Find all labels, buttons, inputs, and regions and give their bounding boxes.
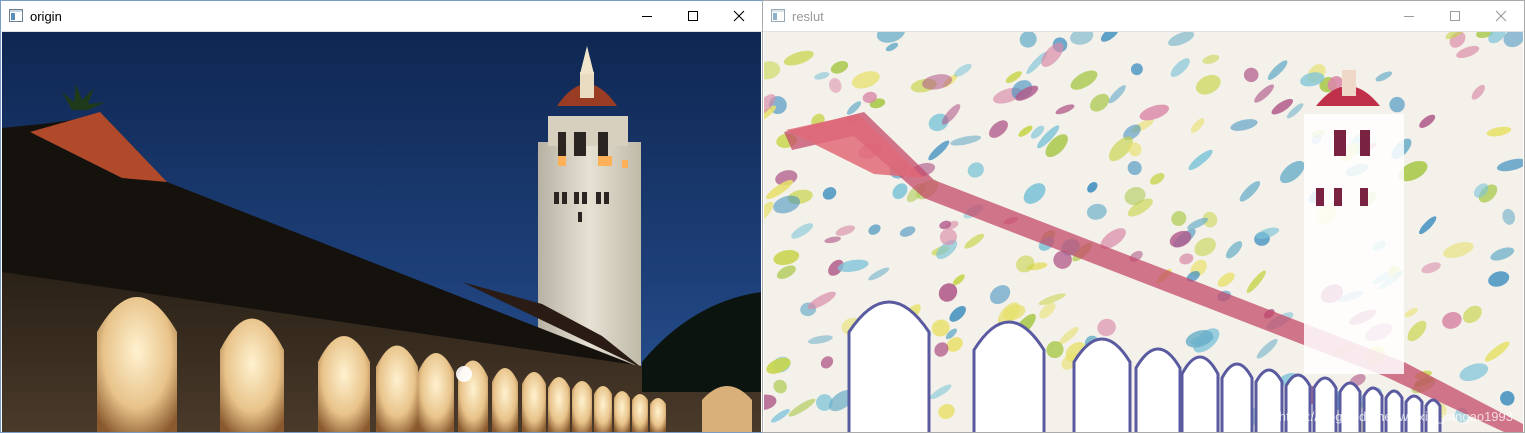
window-title: origin bbox=[30, 9, 62, 24]
watermark-text: https://blog.csdn.net/weixin_jiangao1993 bbox=[1278, 409, 1513, 424]
close-icon bbox=[1495, 10, 1507, 22]
close-icon bbox=[733, 10, 745, 22]
result-window: reslut https://blog.csdn.net/weixin_jian… bbox=[762, 0, 1525, 433]
close-button[interactable] bbox=[1478, 1, 1524, 31]
close-button[interactable] bbox=[716, 1, 762, 31]
minimize-icon bbox=[1404, 16, 1414, 17]
title-bar[interactable]: reslut bbox=[763, 1, 1524, 32]
stylized-result-image: https://blog.csdn.net/weixin_jiangao1993 bbox=[764, 32, 1523, 432]
app-window-icon bbox=[9, 9, 23, 22]
maximize-icon bbox=[1450, 11, 1460, 21]
maximize-button[interactable] bbox=[670, 1, 716, 31]
app-window-icon bbox=[771, 9, 785, 22]
minimize-button[interactable] bbox=[624, 1, 670, 31]
original-image bbox=[2, 32, 761, 432]
title-bar[interactable]: origin bbox=[1, 1, 762, 32]
minimize-icon bbox=[642, 16, 652, 17]
window-title: reslut bbox=[792, 9, 824, 24]
minimize-button[interactable] bbox=[1386, 1, 1432, 31]
origin-window: origin bbox=[0, 0, 763, 433]
maximize-button[interactable] bbox=[1432, 1, 1478, 31]
maximize-icon bbox=[688, 11, 698, 21]
